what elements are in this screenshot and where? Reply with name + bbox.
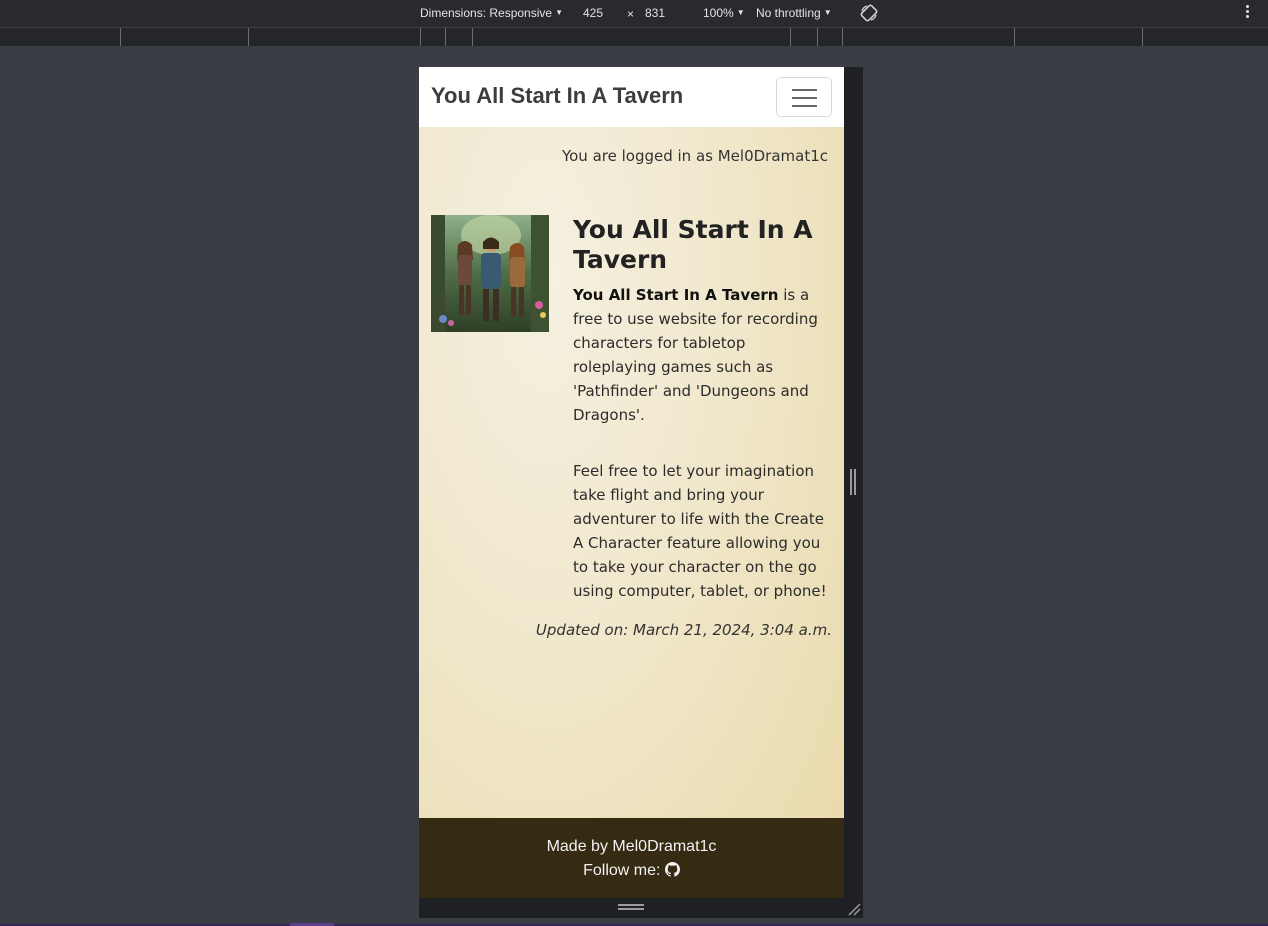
throttling-label: No throttling <box>756 6 821 20</box>
footer: Made by Mel0Dramat1c Follow me: <box>419 818 844 898</box>
dimensions-dropdown[interactable]: Dimensions: Responsive ▼ <box>420 6 563 20</box>
devtools-toolbar: Dimensions: Responsive ▼ 425 × 831 100% ▼ … <box>0 0 1268 27</box>
footer-follow: Follow me: <box>419 862 844 880</box>
login-status: You are logged in as Mel0Dramat1c <box>561 147 828 165</box>
rotate-icon[interactable] <box>859 3 879 26</box>
intro-bold-name: You All Start In A Tavern <box>573 286 779 304</box>
page-title: You All Start In A Tavern <box>573 215 813 274</box>
navbar: You All Start In A Tavern <box>419 67 844 127</box>
height-input[interactable]: 831 <box>645 6 665 20</box>
hero-image <box>431 215 549 332</box>
throttling-dropdown[interactable]: No throttling ▼ <box>756 6 832 20</box>
zoom-label: 100% <box>703 6 734 20</box>
intro-text: is a free to use website for recording c… <box>573 286 818 424</box>
zoom-dropdown[interactable]: 100% ▼ <box>703 6 745 20</box>
width-input[interactable]: 425 <box>583 6 603 20</box>
follow-label: Follow me: <box>583 862 661 879</box>
media-query-ruler <box>0 27 1268 46</box>
navbar-toggler-button[interactable] <box>776 77 832 117</box>
caret-down-icon: ▼ <box>823 8 832 17</box>
github-icon[interactable] <box>664 862 680 877</box>
more-options-icon[interactable] <box>1246 5 1250 20</box>
resize-handle-right[interactable] <box>850 469 856 495</box>
resize-handle-corner[interactable] <box>847 901 861 916</box>
navbar-brand[interactable]: You All Start In A Tavern <box>431 83 683 109</box>
caret-down-icon: ▼ <box>555 8 563 17</box>
caret-down-icon: ▼ <box>736 8 745 17</box>
feature-paragraph: Feel free to let your imagination take f… <box>573 462 827 600</box>
web-page: You All Start In A Tavern You are logged… <box>419 67 844 898</box>
intro-paragraph: You All Start In A Tavern is a free to u… <box>573 283 831 427</box>
footer-made-by: Made by Mel0Dramat1c <box>546 838 717 855</box>
dimensions-label: Dimensions: Responsive <box>420 6 553 20</box>
device-viewport: You All Start In A Tavern You are logged… <box>419 67 863 918</box>
times-symbol: × <box>627 7 635 21</box>
resize-handle-bottom[interactable] <box>618 904 644 910</box>
updated-on-text: Updated on: March 21, 2024, 3:04 a.m. <box>535 621 832 639</box>
